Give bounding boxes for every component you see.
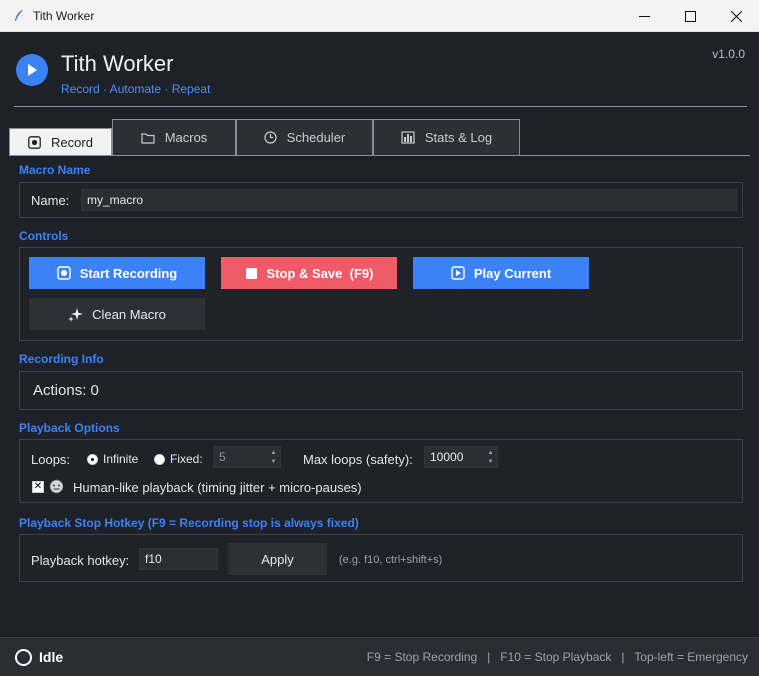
recording-info-group: Actions: 0 bbox=[19, 371, 743, 410]
tab-macros[interactable]: Macros bbox=[112, 119, 236, 155]
tab-label: Stats & Log bbox=[424, 130, 493, 145]
window-titlebar: Tith Worker bbox=[0, 0, 759, 32]
spinbox-value: 5 bbox=[219, 450, 226, 464]
tab-scheduler[interactable]: Scheduler bbox=[236, 119, 373, 155]
radio-indicator bbox=[154, 453, 165, 465]
macro-name-group: Name: my_macro bbox=[19, 182, 743, 218]
record-icon bbox=[28, 136, 41, 149]
tab-record[interactable]: Record bbox=[9, 128, 112, 156]
tab-stats-log[interactable]: Stats & Log bbox=[373, 119, 520, 155]
section-recording-info: Recording Info bbox=[19, 352, 104, 366]
section-playback-hotkey: Playback Stop Hotkey (F9 = Recording sto… bbox=[19, 516, 359, 530]
chart-icon bbox=[401, 131, 415, 144]
stop-save-button[interactable]: Stop & Save (F9) bbox=[221, 257, 397, 289]
infinite-label: Infinite bbox=[103, 452, 139, 466]
button-label: Clean Macro bbox=[92, 306, 166, 322]
button-label: Stop & Save (F9) bbox=[266, 265, 374, 281]
max-loops-spinbox[interactable]: 10000 ▲ ▼ bbox=[424, 446, 498, 468]
playback-hotkey-input[interactable]: f10 bbox=[139, 548, 218, 570]
fixed-radio[interactable]: Fixed: bbox=[154, 452, 203, 466]
playback-hotkey-label: Playback hotkey: bbox=[31, 553, 130, 568]
minimize-button[interactable] bbox=[621, 0, 667, 32]
fixed-loops-spinbox[interactable]: 5 ▲ ▼ bbox=[213, 446, 281, 468]
header-divider bbox=[14, 106, 747, 107]
hotkey-group: Playback hotkey: f10 Apply (e.g. f10, ct… bbox=[19, 534, 743, 582]
spin-arrows-icon[interactable]: ▲ ▼ bbox=[486, 449, 495, 466]
sparkles-icon bbox=[68, 307, 84, 322]
human-like-checkbox[interactable]: ✕ bbox=[32, 481, 44, 493]
app-header: Tith Worker Record · Automate · Repeat v… bbox=[0, 32, 759, 107]
record-icon bbox=[57, 266, 71, 280]
fixed-label: Fixed: bbox=[170, 452, 203, 466]
folder-icon bbox=[141, 132, 155, 144]
radio-selected-indicator bbox=[87, 453, 98, 465]
robot-face-icon bbox=[49, 479, 64, 494]
shortcut-hints: F9 = Stop Recording | F10 = Stop Playbac… bbox=[366, 650, 748, 664]
spinbox-value: 10000 bbox=[430, 450, 464, 464]
play-icon bbox=[451, 266, 465, 280]
status-indicator-icon bbox=[15, 649, 32, 666]
apply-hotkey-button[interactable]: Apply bbox=[228, 543, 327, 575]
clean-macro-button[interactable]: Clean Macro bbox=[29, 298, 205, 330]
controls-group: Start Recording Stop & Save (F9) Play Cu… bbox=[19, 247, 743, 341]
tab-label: Record bbox=[51, 135, 93, 150]
play-current-button[interactable]: Play Current bbox=[413, 257, 589, 289]
loops-label: Loops: bbox=[31, 452, 71, 467]
feather-icon bbox=[12, 9, 26, 23]
button-label: Start Recording bbox=[79, 265, 178, 281]
tab-label: Scheduler bbox=[286, 130, 346, 145]
play-logo-icon bbox=[16, 54, 48, 86]
max-loops-label: Max loops (safety): bbox=[303, 452, 413, 467]
version-label: v1.0.0 bbox=[712, 47, 745, 61]
status-text: Idle bbox=[39, 649, 64, 665]
app-subtitle: Record · Automate · Repeat bbox=[61, 82, 211, 96]
playback-options-group: Loops: Infinite Fixed: 5 ▲ ▼ Max loops (s… bbox=[19, 439, 743, 503]
close-button[interactable] bbox=[713, 0, 759, 32]
app-title: Tith Worker bbox=[61, 51, 174, 76]
section-playback-options: Playback Options bbox=[19, 421, 120, 435]
tab-label: Macros bbox=[164, 130, 208, 145]
status-bar: Idle F9 = Stop Recording | F10 = Stop Pl… bbox=[0, 637, 759, 676]
spin-arrows-icon[interactable]: ▲ ▼ bbox=[269, 449, 278, 466]
hotkey-hint: (e.g. f10, ctrl+shift+s) bbox=[339, 554, 443, 566]
infinite-radio[interactable]: Infinite bbox=[87, 452, 138, 466]
maximize-button[interactable] bbox=[667, 0, 713, 32]
clock-icon bbox=[264, 131, 277, 144]
maximize-icon bbox=[684, 10, 696, 22]
macro-name-input[interactable]: my_macro bbox=[81, 189, 737, 211]
minimize-icon bbox=[638, 15, 650, 17]
section-macro-name: Macro Name bbox=[19, 163, 91, 177]
window-title: Tith Worker bbox=[33, 8, 95, 23]
human-like-label: Human-like playback (timing jitter + mic… bbox=[73, 480, 362, 495]
close-icon bbox=[730, 10, 742, 22]
start-recording-button[interactable]: Start Recording bbox=[29, 257, 205, 289]
section-controls: Controls bbox=[19, 229, 69, 243]
stop-icon bbox=[245, 267, 258, 280]
button-label: Play Current bbox=[473, 265, 552, 281]
name-label: Name: bbox=[31, 193, 70, 208]
actions-count: Actions: 0 bbox=[33, 382, 99, 399]
